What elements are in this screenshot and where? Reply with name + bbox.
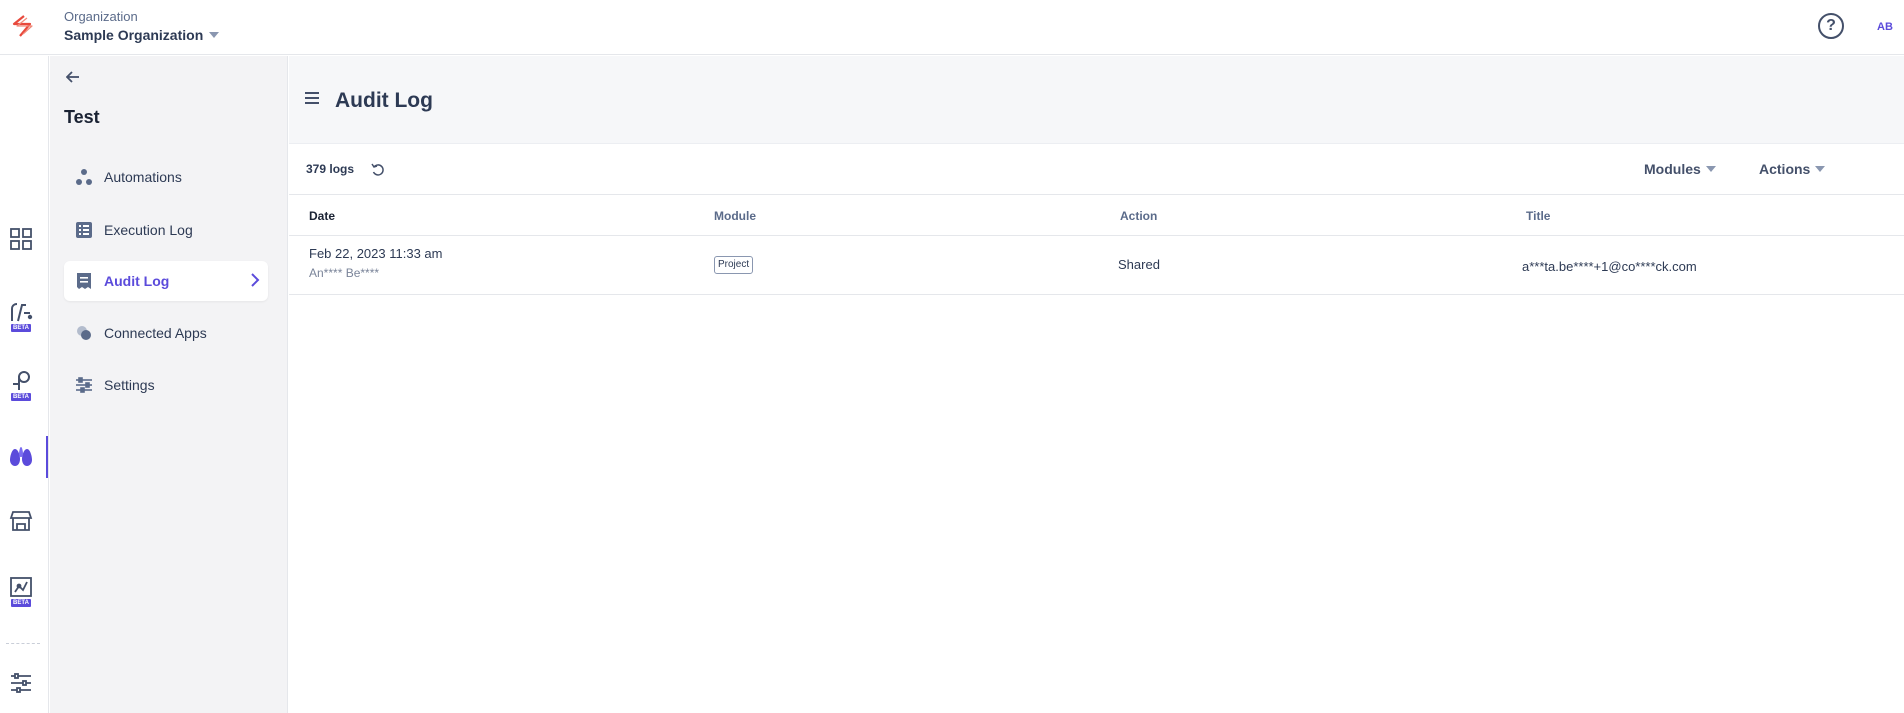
user-avatar[interactable]: AB: [1870, 12, 1900, 42]
table-header: Date Module Action Title: [289, 196, 1904, 236]
maps-icon: [10, 576, 32, 597]
sidebar-item-label: Connected Apps: [104, 325, 207, 341]
organization-dropdown[interactable]: Sample Organization: [64, 25, 220, 45]
settings-icon: [74, 375, 94, 395]
page-header: Audit Log: [289, 56, 1904, 144]
execution-log-icon: [74, 220, 94, 240]
column-header-module[interactable]: Module: [714, 209, 756, 223]
rail-item-settings[interactable]: [0, 662, 42, 704]
page-title: Audit Log: [335, 89, 433, 112]
sidebar-item-label: Audit Log: [104, 273, 170, 289]
audit-log-icon: [74, 271, 94, 291]
rail-item-scenarios[interactable]: [0, 436, 42, 478]
dashboard-grid-icon: [10, 228, 32, 250]
hamburger-menu-button[interactable]: [305, 92, 319, 106]
rail-item-dashboard[interactable]: [0, 218, 42, 260]
arrow-left-icon: [66, 71, 79, 83]
row-title: a***ta.be****+1@co****ck.com: [1522, 259, 1697, 274]
sidebar-item-label: Execution Log: [104, 222, 193, 238]
top-bar: Organization Sample Organization ? AB: [0, 0, 1904, 55]
scenarios-icon: [10, 447, 32, 466]
chevron-down-icon: [209, 32, 220, 38]
organization-name: Sample Organization: [64, 27, 204, 43]
beta-badge: BETA: [11, 323, 31, 332]
modules-filter-label: Modules: [1644, 161, 1701, 177]
module-badge: Project: [714, 256, 754, 274]
rail-item-functions[interactable]: BETA: [0, 295, 42, 337]
project-title: Test: [64, 107, 100, 127]
back-button[interactable]: [62, 66, 84, 88]
connected-apps-icon: [74, 323, 94, 343]
rail-active-indicator: [46, 436, 48, 478]
rail-item-integrations[interactable]: BETA: [0, 364, 42, 406]
sidebar-item-label: Automations: [104, 169, 182, 185]
settings-sliders-icon: [11, 673, 31, 693]
column-header-title[interactable]: Title: [1526, 209, 1550, 223]
rail-item-maps[interactable]: BETA: [0, 570, 42, 612]
organization-label: Organization: [64, 9, 138, 24]
row-action: Shared: [1118, 257, 1160, 272]
sidebar-item-execution-log[interactable]: Execution Log: [64, 210, 268, 250]
modules-filter-dropdown[interactable]: Modules: [1644, 161, 1716, 177]
help-button[interactable]: ?: [1818, 13, 1844, 39]
refresh-icon: [371, 163, 384, 176]
help-icon: ?: [1826, 17, 1836, 34]
sidebar-item-automations[interactable]: Automations: [64, 157, 268, 197]
actions-filter-dropdown[interactable]: Actions: [1759, 161, 1826, 177]
beta-badge: BETA: [11, 392, 31, 401]
row-user: An**** Be****: [309, 266, 380, 280]
functions-icon: [11, 302, 33, 321]
column-header-action[interactable]: Action: [1120, 209, 1157, 223]
sidebar-item-audit-log[interactable]: Audit Log: [64, 261, 268, 301]
brand-logo-icon[interactable]: [8, 14, 36, 38]
main-navigation-rail: BETA BETA BETA: [0, 56, 49, 713]
organization-switcher[interactable]: Organization Sample Organization: [64, 9, 220, 45]
audit-log-toolbar: 379 logs Modules Actions: [289, 145, 1904, 195]
marketplace-store-icon: [9, 511, 33, 531]
rail-divider: [6, 643, 40, 644]
sidebar-item-settings[interactable]: Settings: [64, 365, 268, 405]
main-content: Audit Log 379 logs Modules Actions Date …: [289, 56, 1904, 713]
chevron-right-icon: [250, 273, 260, 290]
beta-badge: BETA: [11, 598, 31, 607]
integrations-icon: [13, 370, 30, 390]
chevron-down-icon: [1815, 166, 1826, 172]
actions-filter-label: Actions: [1759, 161, 1811, 177]
automations-icon: [74, 167, 94, 187]
table-row[interactable]: Feb 22, 2023 11:33 am An**** Be**** Proj…: [289, 236, 1904, 295]
project-sidebar: Test Automations Execution Log Audit Log…: [50, 56, 288, 713]
sidebar-item-connected-apps[interactable]: Connected Apps: [64, 313, 268, 353]
rail-item-marketplace[interactable]: [0, 500, 42, 542]
audit-log-table: Date Module Action Title Feb 22, 2023 11…: [289, 196, 1904, 295]
sidebar-item-label: Settings: [104, 377, 155, 393]
row-date: Feb 22, 2023 11:33 am: [309, 246, 443, 261]
chevron-down-icon: [1705, 166, 1716, 172]
column-header-date[interactable]: Date: [309, 209, 335, 223]
refresh-button[interactable]: [371, 163, 385, 177]
log-count: 379 logs: [306, 162, 355, 176]
